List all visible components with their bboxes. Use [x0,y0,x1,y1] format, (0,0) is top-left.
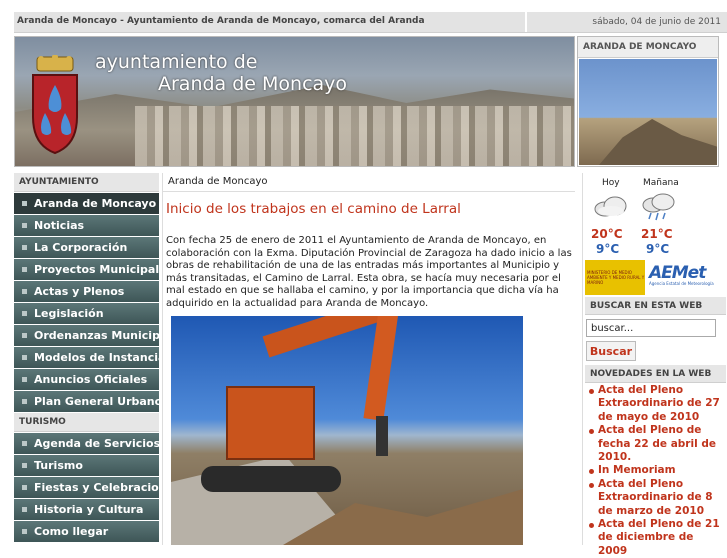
town-photo [579,59,717,165]
breadcrumb: Aranda de Moncayo [163,173,575,192]
rain-cloud-icon [642,193,675,221]
news-list: Acta del Pleno Extraordinario de 27 de m… [587,384,725,558]
weather-tomorrow-label: Mañana [643,178,679,188]
banner-town [135,106,574,166]
nav-item-noticias[interactable]: Noticias [14,215,159,236]
nav-item-corporacion[interactable]: La Corporación [14,237,159,258]
aemet-logo-text: AEMet [649,263,706,283]
nav-item-turismo[interactable]: Turismo [14,455,159,476]
article-paragraph: Con fecha 25 de enero de 2011 el Ayuntam… [166,235,572,309]
nav-label: Anuncios Oficiales [34,373,148,386]
article-photo [171,316,523,545]
bullet-icon [22,399,27,404]
nav-label: Modelos de Instancias [34,351,159,364]
news-item[interactable]: Acta del Pleno de fecha 22 de abril de 2… [587,424,725,464]
aemet-logo[interactable]: AEMet Agencia Estatal de Meteorología [649,263,721,293]
cloud-icon [594,196,627,217]
aemet-subtitle: Agencia Estatal de Meteorología [649,281,714,286]
nav-label: Fiestas y Celebraciones [34,481,159,494]
nav-item-aranda[interactable]: Aranda de Moncayo [14,193,159,214]
search-input[interactable] [586,319,716,337]
news-section-title: NOVEDADES EN LA WEB [585,365,726,383]
bullet-icon [22,267,27,272]
nav-label: Legislación [34,307,104,320]
news-item[interactable]: Acta del Pleno de 21 de diciembre de 200… [587,518,725,558]
coat-of-arms-icon [32,55,78,155]
today-low-temp: 9°C [596,242,620,256]
bullet-icon [22,529,27,534]
banner-line-2: Aranda de Moncayo [158,73,348,95]
bullet-icon [22,333,27,338]
main-content: Aranda de Moncayo Inicio de los trabajos… [162,173,575,545]
nav-item-actas[interactable]: Actas y Plenos [14,281,159,302]
bullet-icon [22,377,27,382]
bullet-icon [22,311,27,316]
nav-label: Noticias [34,219,85,232]
nav-label: Agenda de Servicios [34,437,159,450]
header-banner[interactable]: ayuntamiento de Aranda de Moncayo [14,36,575,167]
excavator-boom [262,316,384,358]
nav-item-legislacion[interactable]: Legislación [14,303,159,324]
excavator-arm [363,316,399,421]
tomorrow-low-temp: 9°C [646,242,670,256]
photo-hill [599,119,717,165]
nav-label: Como llegar [34,525,109,538]
ministry-logo[interactable]: MINISTERIO DE MEDIO AMBIENTE Y MEDIO RUR… [585,260,645,295]
news-item[interactable]: Acta del Pleno Extraordinario de 8 de ma… [587,478,725,518]
tomorrow-high-temp: 21°C [641,227,673,241]
nav-item-anuncios[interactable]: Anuncios Oficiales [14,369,159,390]
excavator-track [201,466,341,492]
top-bar: Aranda de Moncayo - Ayuntamiento de Aran… [14,12,727,33]
left-navigation: AYUNTAMIENTO Aranda de Moncayo Noticias … [14,173,159,543]
bullet-icon [22,507,27,512]
article-headline[interactable]: Inicio de los trabajos en el camino de L… [166,201,461,217]
bullet-icon [22,485,27,490]
news-item[interactable]: In Memoriam [587,464,725,477]
weather-today-label: Hoy [602,178,620,188]
today-high-temp: 20°C [591,227,623,241]
nav-label: Ordenanzas Municipales [34,329,159,342]
excavator-cab [226,386,315,460]
nav-item-plan-general[interactable]: Plan General Urbano [14,391,159,412]
nav-item-fiestas[interactable]: Fiestas y Celebraciones [14,477,159,498]
nav-label: Historia y Cultura [34,503,144,516]
search-section-title: BUSCAR EN ESTA WEB [585,297,726,315]
bullet-icon [22,355,27,360]
bullet-icon [22,201,27,206]
nav-item-ordenanzas[interactable]: Ordenanzas Municipales [14,325,159,346]
nav-label: La Corporación [34,241,128,254]
nav-item-como-llegar[interactable]: Como llegar [14,521,159,542]
bullet-icon [22,441,27,446]
nav-label: Actas y Plenos [34,285,125,298]
nav-label: Plan General Urbano [34,395,159,408]
right-sidebar: Hoy Mañana 20°C 21°C 9°C 9°C MINISTERIO … [582,173,726,557]
nav-section-turismo: TURISMO [14,413,159,432]
nav-section-ayuntamiento: AYUNTAMIENTO [14,173,159,192]
news-item[interactable]: Acta del Pleno Extraordinario de 27 de m… [587,384,725,424]
nav-label: Turismo [34,459,83,472]
weather-widget: Hoy Mañana 20°C 21°C 9°C 9°C MINISTERIO … [583,173,726,295]
banner-line-1: ayuntamiento de [95,51,258,73]
nav-item-modelos[interactable]: Modelos de Instancias [14,347,159,368]
current-date: sábado, 04 de junio de 2011 [525,12,727,32]
bullet-icon [22,463,27,468]
bullet-icon [22,223,27,228]
nav-item-agenda[interactable]: Agenda de Servicios [14,433,159,454]
bullet-icon [22,289,27,294]
site-title: Aranda de Moncayo - Ayuntamiento de Aran… [17,16,425,26]
town-photo-panel: ARANDA DE MONCAYO [577,36,719,167]
bullet-icon [22,245,27,250]
nav-item-historia[interactable]: Historia y Cultura [14,499,159,520]
nav-label: Proyectos Municipales [34,263,159,276]
town-photo-title: ARANDA DE MONCAYO [578,37,718,58]
excavator-hammer [376,416,388,456]
nav-label: Aranda de Moncayo [34,197,157,210]
search-button[interactable]: Buscar [586,341,636,361]
nav-item-proyectos[interactable]: Proyectos Municipales [14,259,159,280]
